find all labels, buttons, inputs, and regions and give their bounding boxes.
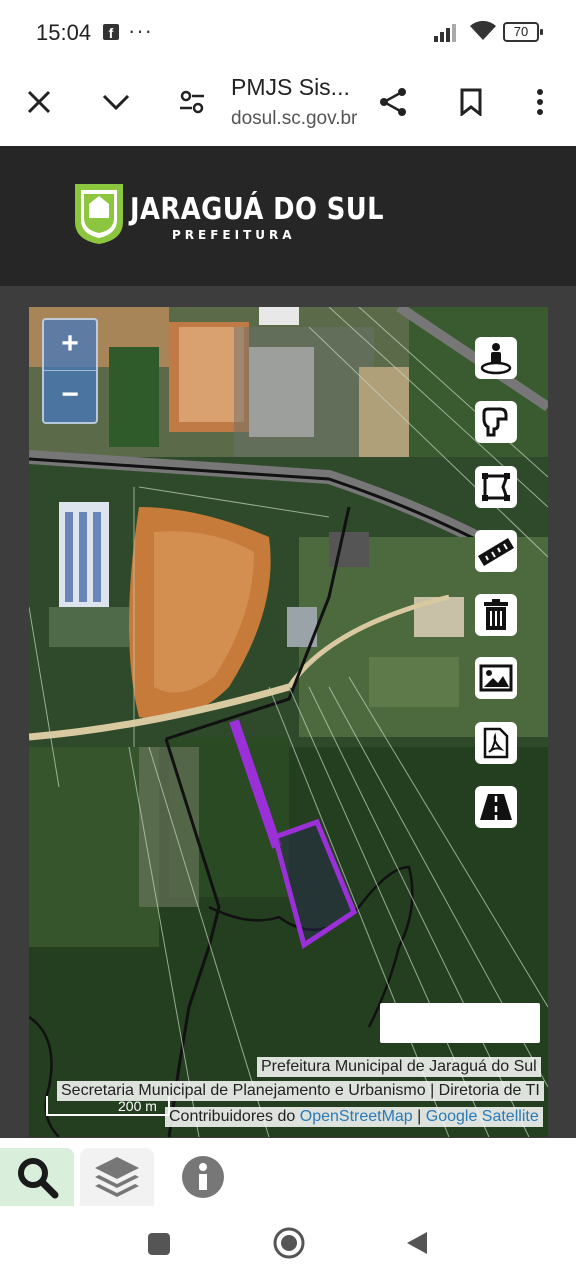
info-icon [182, 1156, 224, 1198]
browser-toolbar: PMJS Sis... dosul.sc.gov.br [0, 62, 576, 146]
export-image-button[interactable] [475, 657, 517, 699]
blank-info-box [380, 1003, 540, 1043]
more-notifications: ··· [128, 18, 153, 43]
ruler-icon [478, 538, 514, 566]
delete-button[interactable] [475, 594, 517, 636]
zoom-control: + − [42, 318, 98, 424]
bookmark-icon[interactable] [449, 80, 493, 124]
wifi-icon [470, 20, 496, 40]
road-icon [480, 794, 512, 820]
system-nav-bar [0, 1206, 576, 1280]
openstreetmap-link[interactable]: OpenStreetMap [300, 1108, 413, 1125]
attribution-line1: Prefeitura Municipal de Jaraguá do Sul [257, 1057, 541, 1077]
hand-pan-icon [482, 407, 508, 437]
polygon-select-icon [482, 473, 510, 501]
chevron-down-icon[interactable] [94, 80, 138, 124]
logo-subtitle: PREFEITURA [172, 228, 296, 242]
street-view-icon [480, 343, 512, 375]
settings-sliders-icon[interactable] [170, 80, 214, 124]
export-pdf-button[interactable] [475, 722, 517, 764]
pdf-icon [483, 727, 509, 759]
logo-title: JARAGUÁ DO SUL [130, 192, 385, 227]
status-bar: 15:04 f ··· 70 [0, 0, 576, 62]
polygon-select-button[interactable] [475, 466, 517, 508]
tab-layers[interactable] [80, 1148, 154, 1206]
attribution-separator: | [412, 1108, 426, 1125]
battery-indicator: 70 [503, 22, 543, 42]
facebook-icon: f [103, 24, 119, 41]
clock: 15:04 [36, 20, 92, 45]
street-view-button[interactable] [475, 337, 517, 379]
trash-icon [484, 599, 508, 630]
search-icon [18, 1158, 59, 1199]
more-vert-icon[interactable] [518, 80, 562, 124]
google-satellite-link[interactable]: Google Satellite [426, 1108, 539, 1125]
close-icon[interactable] [17, 80, 61, 124]
roads-button[interactable] [475, 786, 517, 828]
zoom-out-button[interactable]: − [44, 371, 96, 421]
contributors-prefix: Contribuidores do [169, 1108, 300, 1125]
attribution-contributors: Contribuidores do OpenStreetMap | Google… [165, 1107, 543, 1127]
measure-button[interactable] [475, 530, 517, 572]
share-icon[interactable] [372, 80, 416, 124]
zoom-in-button[interactable]: + [44, 320, 96, 371]
pan-button[interactable] [475, 401, 517, 443]
bottom-tab-bar [0, 1138, 548, 1206]
image-icon [479, 664, 513, 692]
tab-info[interactable] [166, 1148, 240, 1206]
site-header: JARAGUÁ DO SUL PREFEITURA [0, 146, 576, 286]
layers-icon [95, 1157, 139, 1197]
page-title[interactable]: PMJS Sis... [231, 74, 350, 101]
back-icon[interactable] [405, 1230, 429, 1256]
home-icon[interactable] [272, 1226, 306, 1260]
tab-search[interactable] [0, 1148, 74, 1206]
url-text[interactable]: dosul.sc.gov.br [231, 108, 357, 130]
city-crest-icon[interactable] [73, 182, 125, 246]
recent-apps-icon[interactable] [147, 1232, 171, 1256]
signal-icon [434, 24, 456, 42]
scale-label: 200 m [118, 1098, 157, 1114]
